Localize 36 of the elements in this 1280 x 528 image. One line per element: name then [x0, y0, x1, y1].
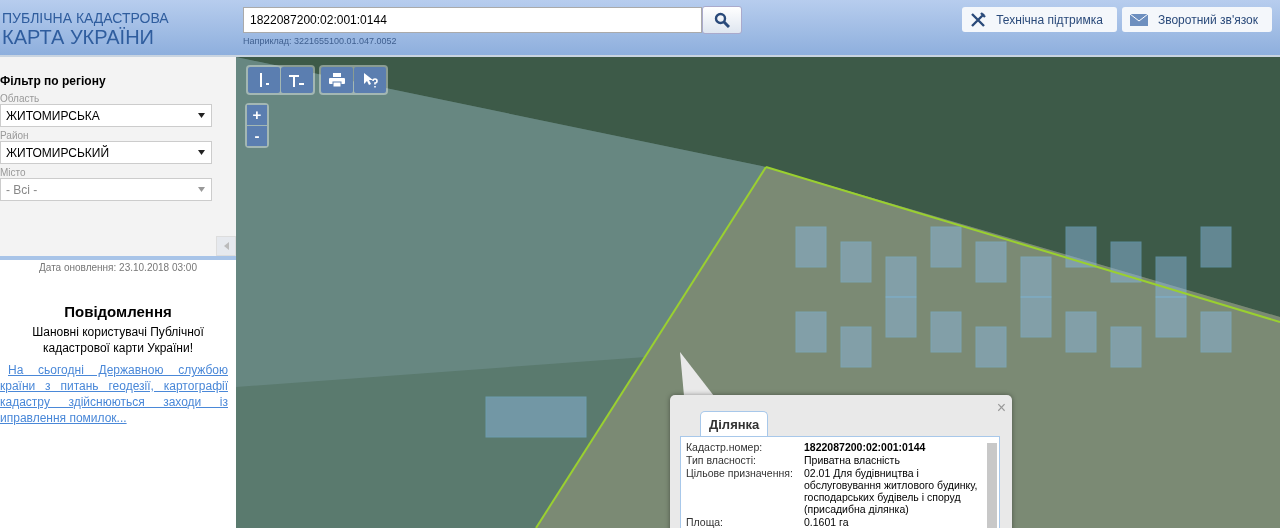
print-icon[interactable]: [321, 67, 353, 93]
area-ruler-icon[interactable]: [281, 67, 313, 93]
scrollbar[interactable]: [987, 443, 997, 528]
logo-title: КАРТА УКРАЇНИ: [2, 26, 154, 48]
notice-title: Повідомлення: [64, 303, 172, 320]
zoom-in-button[interactable]: +: [247, 105, 267, 125]
update-date: Дата оновлення: 23.10.2018 03:00: [39, 262, 197, 273]
region-dropdown[interactable]: ЖИТОМИРСЬКИЙ: [0, 141, 212, 164]
support-button[interactable]: Технічна підтримка: [962, 7, 1117, 32]
caret-icon: [223, 242, 229, 250]
zoom-out-button[interactable]: -: [247, 126, 267, 146]
pointer-question-icon[interactable]: [354, 67, 386, 93]
parcel-tab[interactable]: Ділянка: [700, 411, 769, 436]
search-field[interactable]: 1822087200:02:001:0144: [243, 7, 702, 33]
notice-link[interactable]: На сьогодні Державною службою країни з питань геодезії, картографії кадастру здійснюються заходи із иправлення помилок...: [0, 362, 236, 426]
parcel-info-row-text: Кадастр.номер: 1822087200:02:001:0144: [686, 441, 927, 453]
parcel-info-row-text: Цільове призначення: 02.01 Для будівництва і обслуговування житлового будинку, господарських будівель і споруд (присадибна ділянка): [686, 467, 979, 515]
search-hint: Наприклад: 3221655100.01.047.0052: [243, 36, 397, 46]
notice-greeting: Шановні користувачі Публічної кадастрової карти України!: [31, 324, 205, 356]
dropdown-arrow-icon: [198, 187, 205, 192]
parcel-info-row-text: Площа: 0.1601 га: [686, 516, 850, 528]
field-label: Район: [0, 130, 29, 141]
tools-icon: [970, 11, 987, 28]
dropdown-arrow-icon: [198, 150, 205, 155]
region-dropdown[interactable]: ЖИТОМИРСЬКА: [0, 104, 212, 127]
envelope-icon: [1129, 13, 1148, 26]
parcel-info-row-text: Тип власності: Приватна власність: [686, 454, 901, 466]
field-label: Область: [0, 93, 40, 104]
filter-title: Фільтр по регіону: [0, 74, 106, 88]
feedback-button[interactable]: Зворотний зв'язок: [1121, 7, 1272, 32]
search-icon: [714, 12, 730, 28]
search-button[interactable]: [702, 6, 742, 34]
dropdown-arrow-icon: [198, 113, 205, 118]
distance-ruler-icon[interactable]: [248, 67, 280, 93]
logo-subtitle: ПУБЛІЧНА КАДАСТРОВА: [2, 10, 169, 26]
field-label: Місто: [0, 167, 26, 178]
